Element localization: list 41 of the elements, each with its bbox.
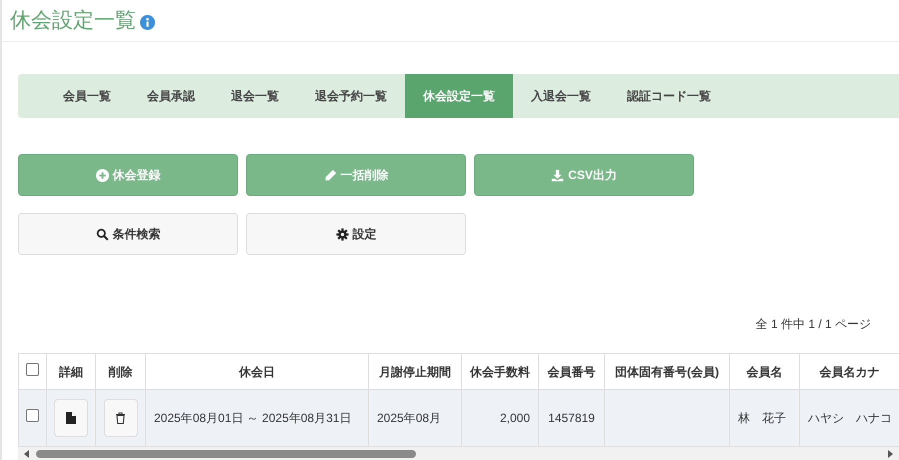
column-header: 団体固有番号(会員)	[615, 364, 719, 378]
table-cell: 1457819	[548, 411, 595, 425]
nav-tab[interactable]: 認証コード一覧	[609, 74, 729, 118]
scroll-left-icon[interactable]	[22, 450, 32, 458]
table-cell: ハヤシ ハナコ	[808, 411, 892, 425]
document-icon	[66, 412, 76, 424]
detail-button[interactable]	[54, 399, 88, 437]
column-header: 月謝停止期間	[379, 364, 451, 378]
column-header: 休会手数料	[470, 364, 530, 378]
pencil-icon	[324, 168, 336, 182]
nav-tab[interactable]: 退会予約一覧	[297, 74, 405, 118]
page-title: 休会設定一覧	[10, 8, 136, 34]
scroll-right-icon[interactable]	[885, 450, 895, 458]
column-header: 詳細	[59, 364, 83, 378]
nav-tab[interactable]: 会員一覧	[45, 74, 129, 118]
nav-tab[interactable]: 退会一覧	[213, 74, 297, 118]
action-button[interactable]: 条件検索	[18, 213, 238, 255]
table-cell: 2,000	[500, 411, 530, 425]
column-header: 削除	[108, 364, 132, 378]
plus-circle-icon	[96, 168, 108, 182]
action-button[interactable]: 設定	[246, 213, 466, 255]
column-header: 会員名カナ	[820, 364, 880, 378]
horizontal-scrollbar[interactable]	[18, 447, 899, 460]
column-header: 休会日	[239, 364, 275, 378]
settings-icon	[336, 228, 348, 240]
trash-icon	[115, 412, 126, 424]
table-cell: 林 花子	[738, 411, 786, 425]
download-icon	[551, 168, 564, 182]
pagination-summary: 全 1 件中 1 / 1 ページ	[756, 316, 871, 333]
delete-button[interactable]	[104, 399, 138, 437]
checkbox[interactable]	[26, 409, 39, 422]
column-header: 会員番号	[548, 364, 596, 378]
table-cell: 2025年08月	[377, 411, 442, 425]
info-icon[interactable]	[140, 15, 155, 30]
table-cell: 2025年08月01日 ～ 2025年08月31日	[154, 411, 352, 425]
column-header: 会員名	[746, 364, 782, 378]
search-icon	[96, 228, 108, 240]
scrollbar-thumb[interactable]	[36, 450, 416, 458]
checkbox[interactable]	[26, 362, 39, 376]
nav-tab[interactable]: 会員承認	[129, 74, 213, 118]
nav-tab[interactable]: 入退会一覧	[513, 74, 609, 118]
